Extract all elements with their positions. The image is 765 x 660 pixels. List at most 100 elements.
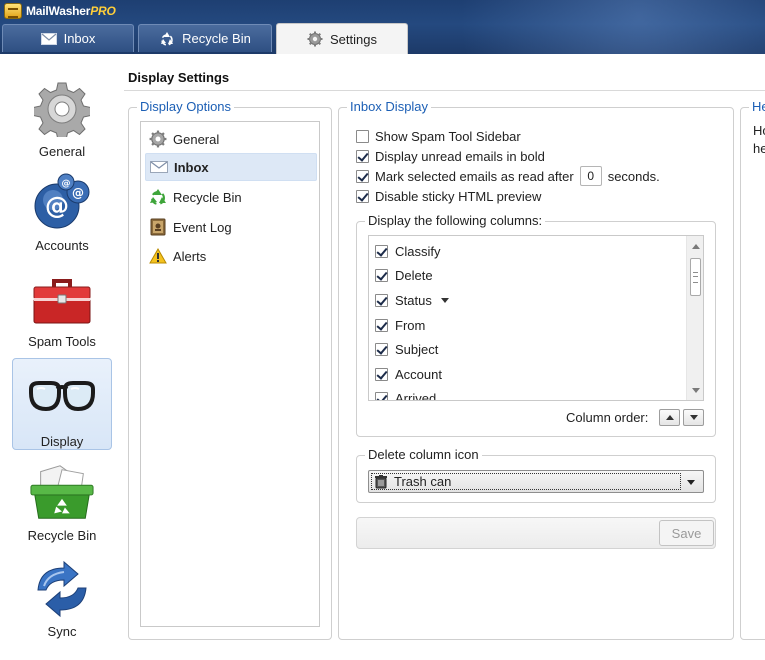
gear-icon xyxy=(29,78,95,140)
column-checkbox[interactable] xyxy=(375,318,388,332)
display-unread-bold-checkbox[interactable] xyxy=(356,149,369,163)
option-display-unread-bold[interactable]: Display unread emails in bold xyxy=(356,147,545,165)
column-item-classify[interactable]: Classify xyxy=(375,241,441,261)
nav-item-sync[interactable]: Sync xyxy=(12,558,112,650)
chevron-down-icon xyxy=(689,415,698,420)
column-item-account[interactable]: Account xyxy=(375,364,442,384)
option-item-label: Alerts xyxy=(173,248,207,264)
gear-icon xyxy=(307,31,323,47)
nav-item-label: Recycle Bin xyxy=(27,528,97,543)
option-label: Show Spam Tool Sidebar xyxy=(375,128,521,144)
nav-item-label: Spam Tools xyxy=(28,334,96,349)
column-label: Classify xyxy=(395,243,441,259)
option-show-spam-tool-sidebar[interactable]: Show Spam Tool Sidebar xyxy=(356,127,521,145)
option-mark-read-after[interactable]: Mark selected emails as read after 0 sec… xyxy=(356,166,660,186)
option-label: Disable sticky HTML preview xyxy=(375,188,542,204)
show-spam-tool-sidebar-checkbox[interactable] xyxy=(356,129,369,143)
column-checkbox[interactable] xyxy=(375,391,388,400)
help-group: He xyxy=(740,99,765,640)
log-book-icon xyxy=(150,218,166,236)
delete-icon-select[interactable]: Trash can xyxy=(368,470,704,493)
group-heading: Inbox Display xyxy=(347,99,432,115)
nav-item-spam-tools[interactable]: Spam Tools xyxy=(12,268,112,360)
save-button[interactable]: Save xyxy=(659,520,714,546)
envelope-icon xyxy=(150,161,168,173)
at-sign-icon: @ @ @ xyxy=(29,172,95,234)
toolbox-icon xyxy=(29,268,95,330)
option-item-label: Event Log xyxy=(173,219,232,235)
mailwasher-logo-icon xyxy=(4,3,22,19)
option-disable-sticky-preview[interactable]: Disable sticky HTML preview xyxy=(356,187,541,205)
column-item-subject[interactable]: Subject xyxy=(375,339,438,359)
mark-read-seconds-input[interactable]: 0 xyxy=(579,166,602,186)
app-name: MailWasher xyxy=(26,4,91,18)
page-title: Display Settings xyxy=(128,70,230,85)
nav-item-label: Accounts xyxy=(35,238,89,253)
warning-icon xyxy=(149,248,167,264)
column-checkbox[interactable] xyxy=(375,293,388,307)
option-item-event-log[interactable]: Event Log xyxy=(145,213,317,241)
tab-label: Inbox xyxy=(63,31,96,46)
option-item-recycle-bin[interactable]: Recycle Bin xyxy=(145,183,317,211)
option-item-label: Recycle Bin xyxy=(173,189,242,205)
disable-sticky-preview-checkbox[interactable] xyxy=(356,189,369,203)
column-checkbox[interactable] xyxy=(375,268,388,282)
column-checkbox[interactable] xyxy=(375,244,388,258)
help-text: Ho he xyxy=(753,122,765,158)
column-label: Arrived xyxy=(395,390,437,401)
selected-value: Trash can xyxy=(394,474,452,489)
column-item-arrived[interactable]: Arrived xyxy=(375,388,437,401)
display-options-list: General Inbox Recycle Bin Event Log Aler… xyxy=(140,121,320,627)
option-item-inbox[interactable]: Inbox xyxy=(145,153,317,181)
option-label-suffix: seconds. xyxy=(607,168,660,184)
settings-nav: General @ @ @ Accounts Spam Tools Display … xyxy=(0,54,124,660)
trash-can-icon xyxy=(375,474,387,488)
group-heading: Delete column icon xyxy=(365,447,482,463)
recycle-icon xyxy=(150,189,166,205)
chevron-down-icon xyxy=(691,387,700,393)
column-item-from[interactable]: From xyxy=(375,315,425,335)
move-column-down-button[interactable] xyxy=(683,409,704,426)
help-text-line: he xyxy=(753,141,765,156)
chevron-down-icon xyxy=(687,480,695,485)
move-column-up-button[interactable] xyxy=(659,409,680,426)
columns-list[interactable]: Classify Delete Status From Subject Acco… xyxy=(368,235,704,401)
column-item-delete[interactable]: Delete xyxy=(375,265,433,285)
column-label: Delete xyxy=(395,267,433,283)
nav-item-accounts[interactable]: @ @ @ Accounts xyxy=(12,172,112,264)
mark-read-after-checkbox[interactable] xyxy=(356,169,369,183)
svg-text:@: @ xyxy=(45,192,69,220)
tab-label: Recycle Bin xyxy=(182,31,251,46)
nav-item-recycle-bin[interactable]: Recycle Bin xyxy=(12,462,112,554)
column-checkbox[interactable] xyxy=(375,342,388,356)
group-heading: Display the following columns: xyxy=(365,213,546,229)
scroll-down-button[interactable] xyxy=(687,382,703,398)
nav-item-label: Display xyxy=(40,434,84,449)
column-checkbox[interactable] xyxy=(375,367,388,381)
option-label: Mark selected emails as read after xyxy=(375,168,574,184)
column-item-status[interactable]: Status xyxy=(375,290,449,310)
tab-inbox[interactable]: Inbox xyxy=(2,24,134,52)
nav-item-display[interactable]: Display xyxy=(12,358,112,450)
recycle-bin-icon xyxy=(29,462,95,524)
nav-item-label: Sync xyxy=(47,624,77,639)
scroll-up-button[interactable] xyxy=(687,238,703,254)
group-heading: Display Options xyxy=(137,99,235,115)
column-label: Status xyxy=(395,292,432,308)
column-label: Account xyxy=(395,366,442,382)
tab-settings[interactable]: Settings xyxy=(276,23,408,54)
group-heading: He xyxy=(749,99,765,115)
option-item-alerts[interactable]: Alerts xyxy=(145,242,317,270)
option-item-general[interactable]: General xyxy=(145,125,317,153)
tab-recycle-bin[interactable]: Recycle Bin xyxy=(138,24,272,52)
scroll-thumb[interactable] xyxy=(690,258,701,296)
columns-scrollbar[interactable] xyxy=(686,236,703,400)
app-name-brand: PRO xyxy=(90,4,116,18)
gear-icon xyxy=(149,130,167,148)
tab-label: Settings xyxy=(330,31,377,47)
sync-icon xyxy=(29,558,95,620)
nav-item-general[interactable]: General xyxy=(12,78,112,170)
help-text-line: Ho xyxy=(753,123,765,138)
option-item-label: General xyxy=(173,131,220,147)
recycle-icon xyxy=(161,31,174,46)
